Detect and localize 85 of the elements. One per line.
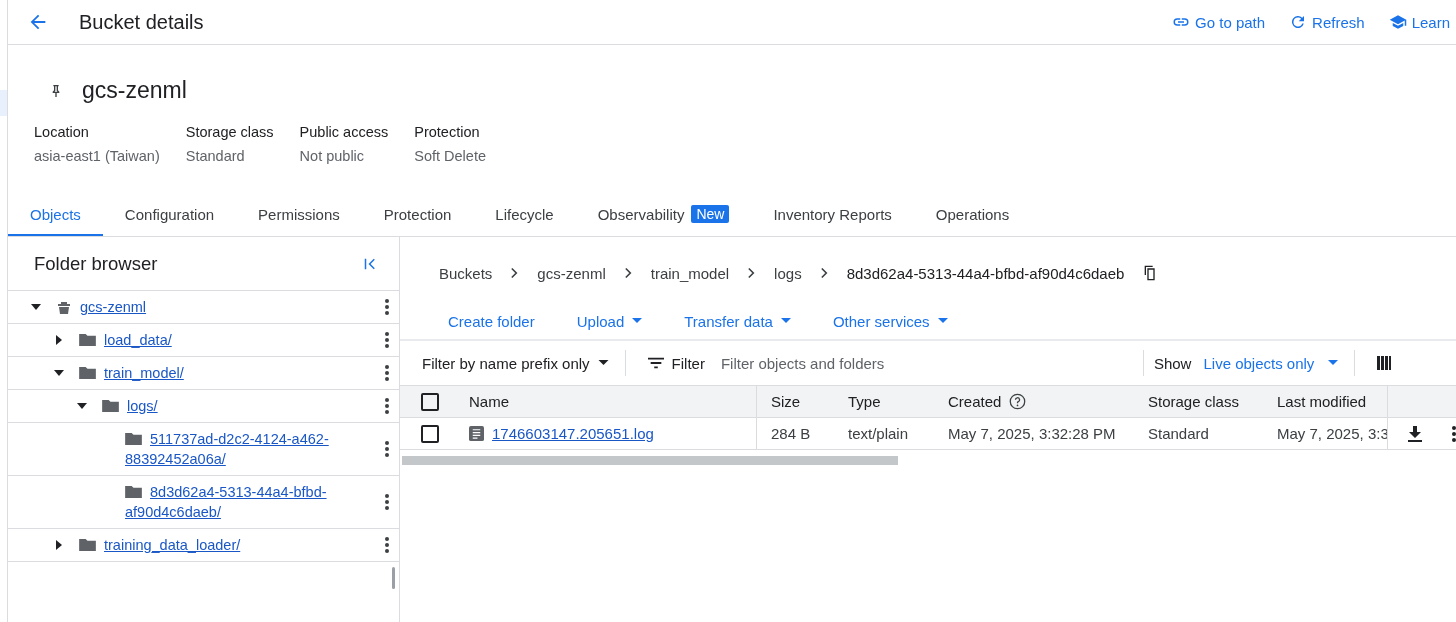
toolbar-button[interactable]: Create folder <box>436 312 547 330</box>
column-header: Type <box>848 393 881 410</box>
bucket-name: gcs-zenml <box>82 77 187 104</box>
folder-icon <box>102 399 119 412</box>
toolbar-button[interactable]: Other services <box>820 312 960 330</box>
more-options-icon[interactable] <box>385 441 389 457</box>
folder-icon <box>79 333 96 346</box>
breadcrumb: 8d3d62a4-5313-44a4-bfbd-af90d4c6daeb <box>846 264 1125 282</box>
row-checkbox[interactable] <box>421 424 439 443</box>
dropdown-caret-icon <box>597 360 609 366</box>
table-cell: Standard <box>1148 425 1209 442</box>
chevron-right-icon <box>510 267 520 279</box>
chevron-right-icon <box>819 267 829 279</box>
property-label: Public access <box>299 124 389 140</box>
header-action-button[interactable]: Learn <box>1384 13 1454 31</box>
horizontal-scrollbar[interactable] <box>402 456 898 465</box>
more-options-icon[interactable] <box>385 299 389 315</box>
property-value: Soft Delete <box>414 148 486 164</box>
tab[interactable]: Observability New <box>575 196 752 236</box>
column-header: Created <box>948 393 1002 410</box>
folder-icon <box>125 432 142 445</box>
property-value: asia-east1 (Taiwan) <box>34 148 160 164</box>
tab[interactable]: Lifecycle <box>473 196 576 236</box>
tab[interactable]: Objects <box>8 196 103 236</box>
column-display-icon[interactable] <box>1377 356 1392 370</box>
property-label: Location <box>34 124 90 140</box>
breadcrumb[interactable]: gcs-zenml <box>537 264 606 282</box>
property-value: Standard <box>185 148 246 164</box>
tree-item-link[interactable]: load_data/ <box>79 330 309 350</box>
dropdown-caret-icon <box>1328 360 1339 366</box>
tab[interactable]: Permissions <box>236 196 362 236</box>
more-options-icon[interactable] <box>385 494 389 510</box>
select-all-checkbox[interactable] <box>421 392 439 411</box>
show-label: Show <box>1153 354 1192 372</box>
filter-label: Filter <box>671 354 705 372</box>
page-title: Bucket details <box>79 10 204 34</box>
property-value: Not public <box>299 148 366 164</box>
breadcrumb[interactable]: train_model <box>650 264 730 282</box>
tree-item-link[interactable]: train_model/ <box>79 363 309 383</box>
help-icon[interactable] <box>1009 393 1027 410</box>
table-cell: 284 B <box>771 425 811 442</box>
file-name-link[interactable]: 1746603147.205651.log <box>492 425 654 442</box>
column-header: Size <box>771 393 801 410</box>
more-options-icon[interactable] <box>385 365 389 381</box>
toolbar-button[interactable]: Upload <box>564 312 655 330</box>
folder-icon <box>125 485 142 498</box>
tab[interactable]: Inventory Reports <box>751 196 914 236</box>
column-header: Last modified <box>1277 393 1367 410</box>
show-dropdown[interactable]: Live objects only <box>1203 354 1339 372</box>
property-label: Storage class <box>185 124 274 140</box>
folder-icon <box>79 538 96 551</box>
chevron-right-icon <box>747 267 757 279</box>
more-options-icon[interactable] <box>385 537 389 553</box>
download-icon[interactable] <box>1408 425 1422 442</box>
nav-highlight <box>0 90 7 116</box>
graduation-cap-icon <box>1388 13 1407 31</box>
column-header: Storage class <box>1148 393 1239 410</box>
header-action-button[interactable]: Go to path <box>1168 13 1270 31</box>
filter-mode-dropdown[interactable]: Filter by name prefix only <box>422 354 609 372</box>
toolbar-button[interactable]: Transfer data <box>672 312 803 330</box>
tree-item-link[interactable]: gcs-zenml <box>56 297 286 317</box>
folder-icon <box>79 366 96 379</box>
breadcrumb[interactable]: logs <box>774 264 802 282</box>
table-cell: May 7, 2025, 3:32:28 PM <box>948 425 1116 442</box>
file-icon <box>469 426 484 441</box>
tab[interactable]: Configuration <box>102 196 237 236</box>
column-header: Name <box>469 393 509 410</box>
property-label: Protection <box>414 124 481 140</box>
scrollbar-thumb[interactable] <box>392 567 395 589</box>
tree-item-link[interactable]: 8d3d62a4-5313-44a4-bfbd-af90d4c6daeb/ <box>125 482 355 522</box>
tab[interactable]: Operations <box>913 196 1032 236</box>
more-options-icon[interactable] <box>1452 425 1456 442</box>
header-action-button[interactable]: Refresh <box>1285 13 1369 31</box>
tree-item-link[interactable]: logs/ <box>102 396 332 416</box>
breadcrumb[interactable]: Buckets <box>439 264 493 282</box>
more-options-icon[interactable] <box>385 398 389 414</box>
tab[interactable]: Protection <box>361 196 474 236</box>
filter-icon <box>647 357 664 369</box>
table-cell: text/plain <box>848 425 909 442</box>
new-badge: New <box>691 205 730 223</box>
tree-item-link[interactable]: 511737ad-d2c2-4124-a462-88392452a06a/ <box>125 429 355 469</box>
panel-title: Folder browser <box>34 252 158 275</box>
more-options-icon[interactable] <box>385 332 389 348</box>
tree-item-link[interactable]: training_data_loader/ <box>79 535 309 555</box>
chevron-right-icon <box>623 267 633 279</box>
